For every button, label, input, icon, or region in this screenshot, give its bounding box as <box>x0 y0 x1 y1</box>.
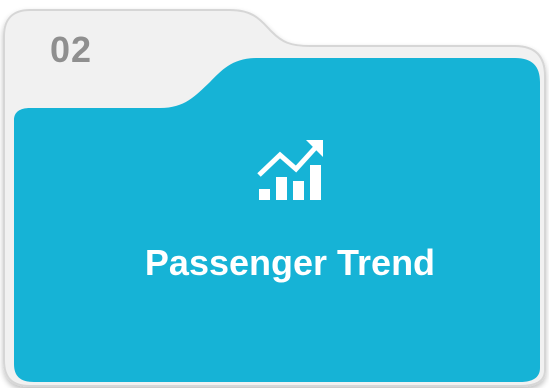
folder-card[interactable]: 02 Passenger Trend <box>0 0 549 388</box>
section-number: 02 <box>50 29 93 70</box>
card-title: Passenger Trend <box>144 242 436 283</box>
trend-chart-icon <box>257 140 323 200</box>
